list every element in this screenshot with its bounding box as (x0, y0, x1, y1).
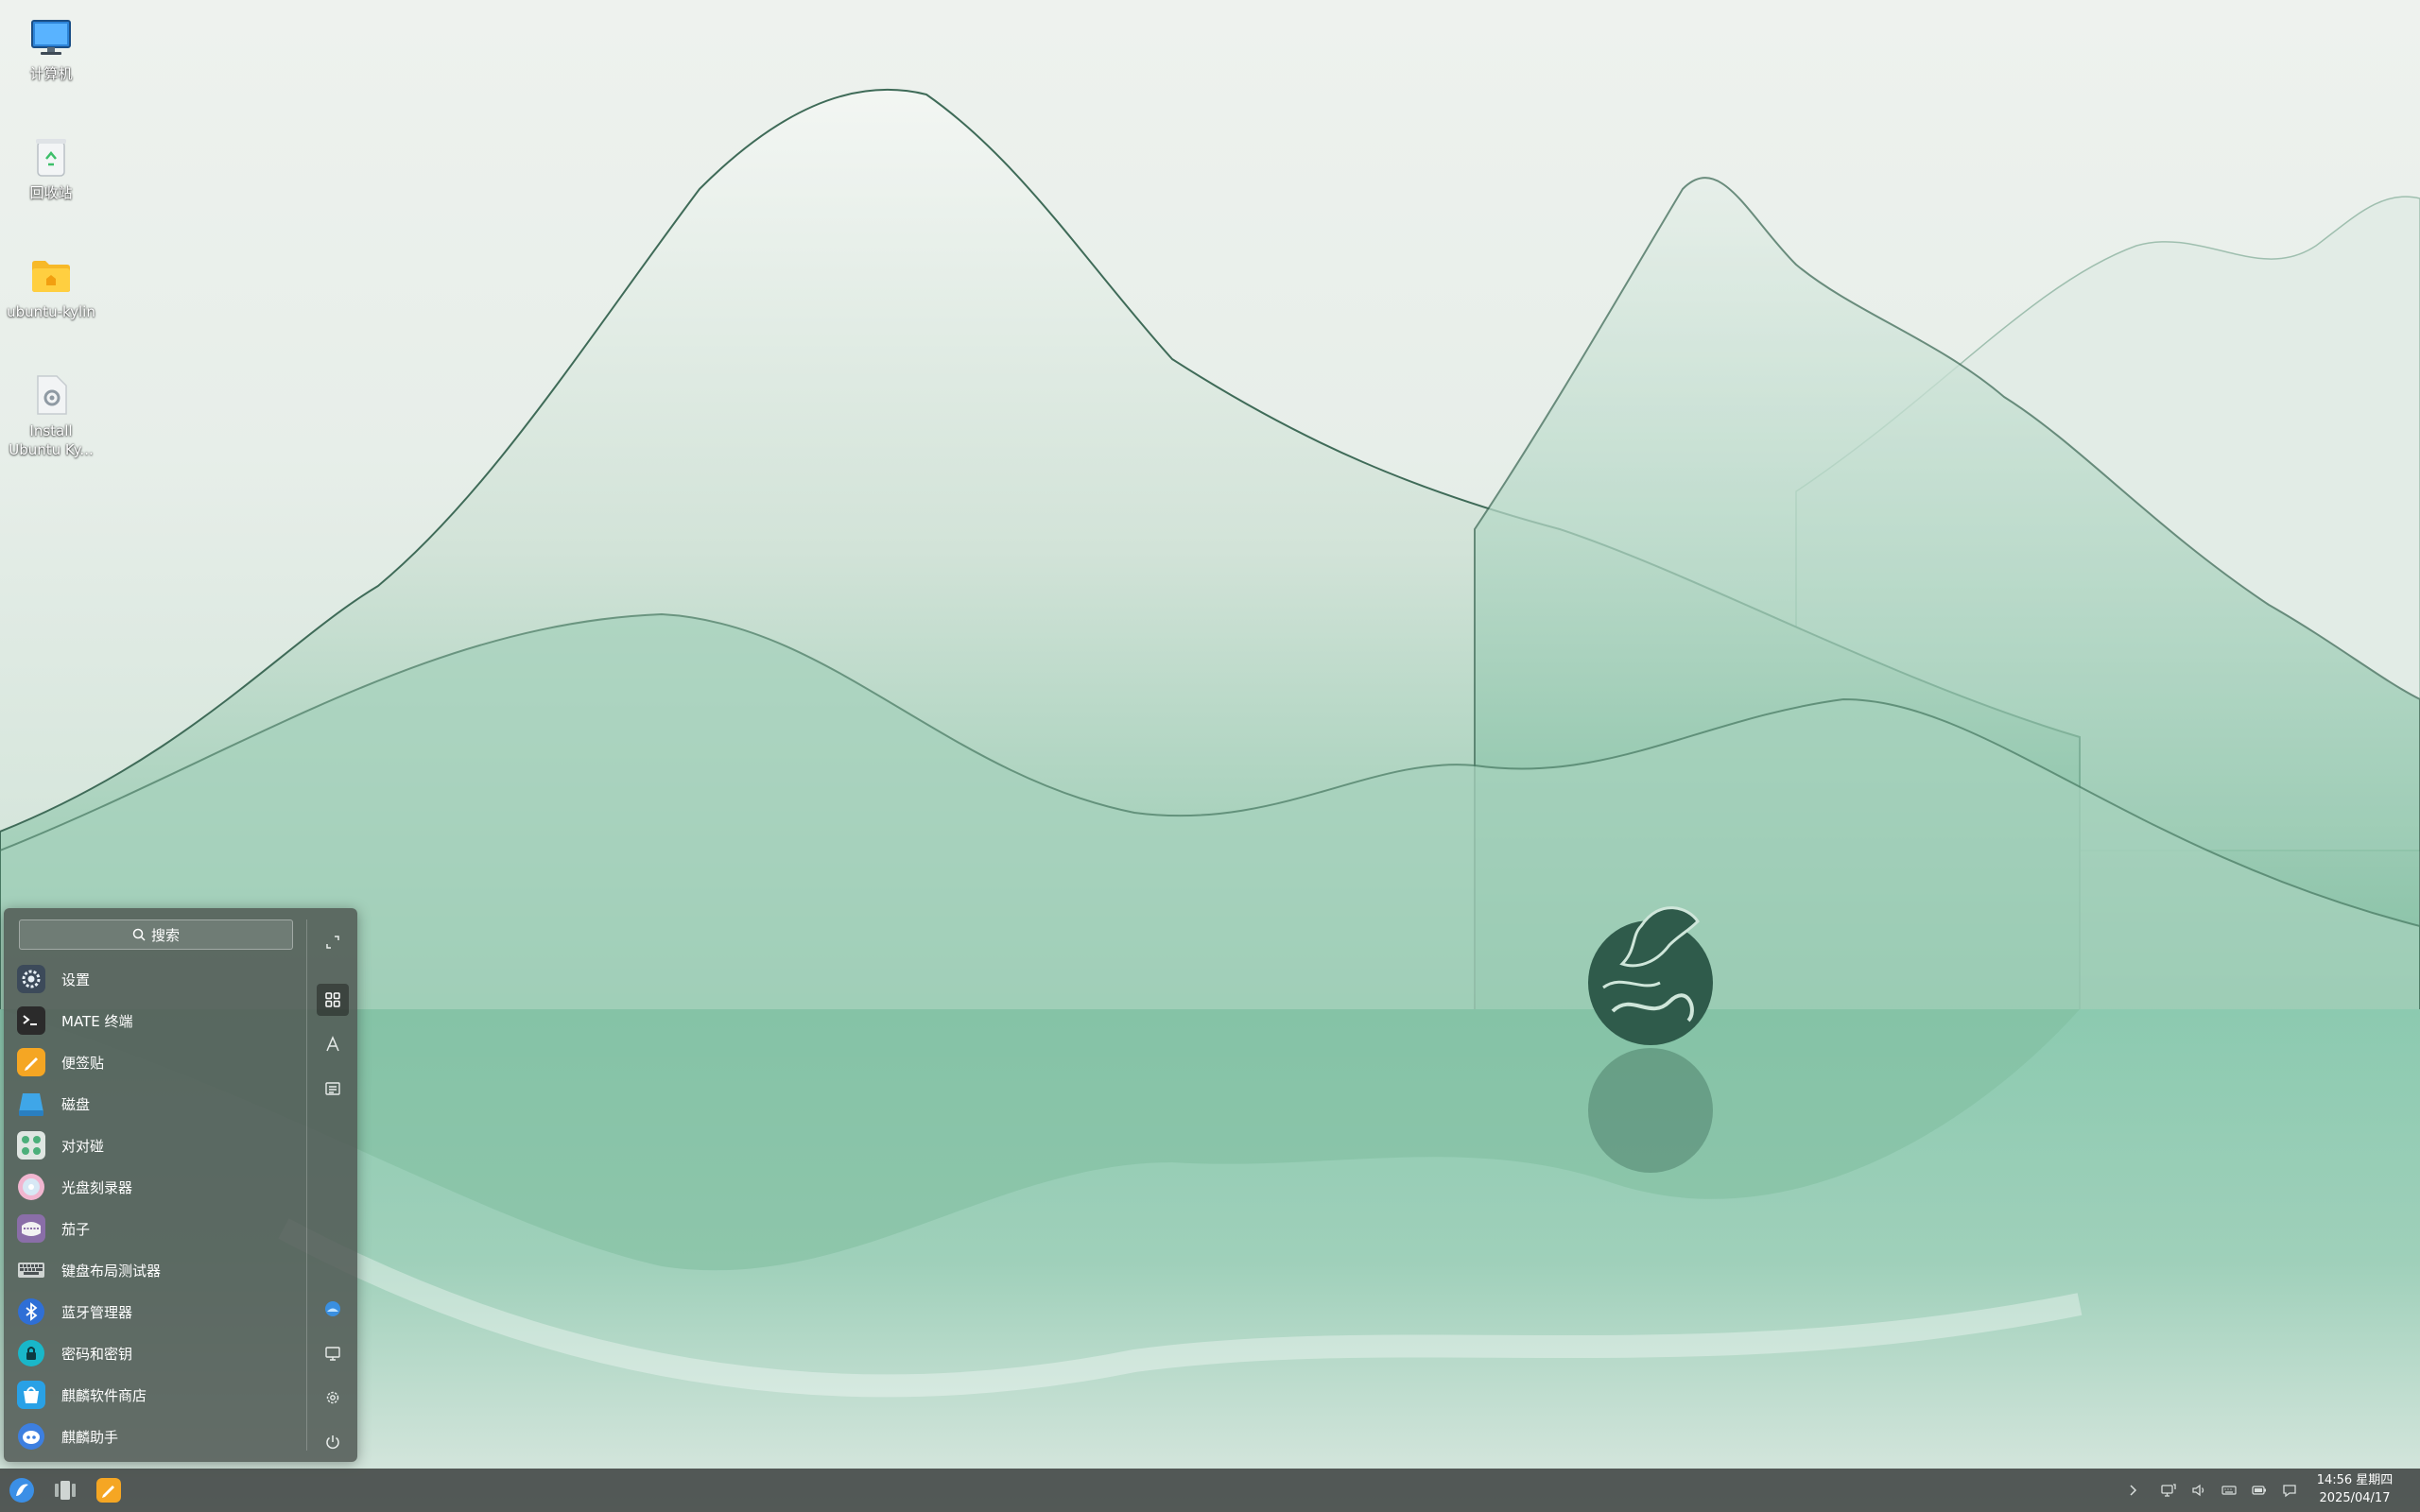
app-item-settings[interactable]: 设置 (4, 958, 306, 1000)
category-icon (325, 1082, 340, 1095)
app-item-match-game[interactable]: 对对碰 (4, 1125, 306, 1166)
start-menu-sidebar (307, 908, 357, 1462)
app-item-sticky-notes[interactable]: 便签贴 (4, 1041, 306, 1083)
taskbar-clock[interactable]: 14:56 星期四 2025/04/17 (2312, 1471, 2397, 1507)
clock-date: 2025/04/17 (2319, 1491, 2391, 1505)
tray-expand-icon[interactable] (2121, 1479, 2144, 1502)
power-button[interactable] (317, 1426, 349, 1458)
app-label: 麒麟助手 (61, 1428, 119, 1446)
desktop-icon-label: 计算机 (29, 65, 73, 82)
taskbar: 14:56 星期四 2025/04/17 (0, 1469, 2420, 1512)
disk-icon (17, 1090, 45, 1118)
assistant-icon (17, 1422, 45, 1451)
app-label: 便签贴 (61, 1054, 105, 1072)
cheese-icon (17, 1214, 45, 1243)
notification-icon[interactable] (2278, 1479, 2301, 1502)
computer-icon (325, 1347, 340, 1361)
app-label: 麒麟软件商店 (61, 1386, 147, 1404)
app-label: 密码和密钥 (61, 1345, 133, 1363)
keyboard-icon (17, 1256, 45, 1284)
kylin-start-icon (9, 1478, 34, 1503)
desktop-icon-home-folder[interactable]: ubuntu-kylin (6, 253, 96, 321)
network-icon[interactable] (2157, 1479, 2180, 1502)
computer-button[interactable] (317, 1337, 349, 1369)
installer-icon (28, 372, 74, 418)
app-item-bluetooth[interactable]: 蓝牙管理器 (4, 1291, 306, 1332)
app-item-kylin-assistant[interactable]: 麒麟助手 (4, 1416, 306, 1457)
user-avatar-icon (325, 1301, 340, 1316)
multitask-view-button[interactable] (49, 1474, 81, 1506)
app-item-keyboard-tester[interactable]: 键盘布局测试器 (4, 1249, 306, 1291)
all-apps-button[interactable] (317, 984, 349, 1016)
app-label: 键盘布局测试器 (61, 1262, 162, 1280)
battery-icon[interactable] (2248, 1479, 2271, 1502)
power-icon (326, 1435, 339, 1450)
app-label: 光盘刻录器 (61, 1178, 133, 1196)
app-item-cheese[interactable]: 茄子 (4, 1208, 306, 1249)
start-menu: 搜索 设置 MATE 终端 便签贴 磁盘 对对碰 光盘刻录器 茄子 键盘布局测试… (4, 908, 357, 1462)
all-apps-icon (325, 992, 340, 1007)
keyboard-input-icon[interactable] (2218, 1479, 2240, 1502)
desktop-icon-installer[interactable]: Install Ubuntu Ky... (6, 372, 96, 459)
expand-icon (326, 936, 339, 949)
alphabet-icon (326, 1036, 339, 1052)
app-label: 对对碰 (61, 1137, 105, 1155)
user-avatar-button[interactable] (317, 1293, 349, 1325)
software-store-icon (17, 1381, 45, 1409)
trash-icon (28, 134, 74, 180)
app-item-passwords-keys[interactable]: 密码和密钥 (4, 1332, 306, 1374)
expand-button[interactable] (317, 926, 349, 958)
search-input[interactable]: 搜索 (19, 919, 293, 950)
desktop-icon-computer[interactable]: 计算机 (6, 15, 96, 83)
sticky-notes-icon (17, 1048, 45, 1076)
desktop-icon-label: Install Ubuntu Ky... (9, 422, 94, 458)
app-label: 磁盘 (61, 1095, 91, 1113)
app-item-software-store[interactable]: 麒麟软件商店 (4, 1374, 306, 1416)
search-icon (132, 928, 146, 941)
multitask-view-icon (55, 1481, 76, 1500)
app-label: 茄子 (61, 1220, 91, 1238)
app-label: MATE 终端 (61, 1012, 133, 1030)
game-icon (17, 1131, 45, 1160)
desktop: 计算机 回收站 ubuntu-kylin Install Ubuntu Ky..… (0, 0, 2420, 1512)
desktop-icon-label: ubuntu-kylin (7, 303, 95, 320)
settings-icon (326, 1391, 339, 1404)
app-item-disc-burner[interactable]: 光盘刻录器 (4, 1166, 306, 1208)
desktop-icon-trash[interactable]: 回收站 (6, 134, 96, 202)
computer-icon (28, 15, 74, 60)
start-menu-button[interactable] (6, 1474, 38, 1506)
bluetooth-icon (17, 1297, 45, 1326)
folder-icon (28, 253, 74, 299)
app-list: 设置 MATE 终端 便签贴 磁盘 对对碰 光盘刻录器 茄子 键盘布局测试器 蓝… (4, 958, 306, 1457)
start-menu-app-panel: 搜索 设置 MATE 终端 便签贴 磁盘 对对碰 光盘刻录器 茄子 键盘布局测试… (4, 908, 306, 1462)
app-item-disk[interactable]: 磁盘 (4, 1083, 306, 1125)
key-icon (17, 1339, 45, 1367)
settings-button[interactable] (317, 1382, 349, 1414)
desktop-icon-label: 回收站 (29, 184, 73, 201)
sticky-notes-icon (96, 1478, 121, 1503)
app-label: 设置 (61, 971, 91, 988)
app-label: 蓝牙管理器 (61, 1303, 133, 1321)
disc-burner-icon (17, 1173, 45, 1201)
taskbar-app-sticky-notes[interactable] (93, 1474, 125, 1506)
clock-time: 14:56 星期四 (2316, 1473, 2394, 1487)
terminal-icon (17, 1006, 45, 1035)
search-placeholder: 搜索 (150, 926, 180, 944)
app-item-terminal[interactable]: MATE 终端 (4, 1000, 306, 1041)
volume-icon[interactable] (2187, 1479, 2210, 1502)
category-sort-button[interactable] (317, 1073, 349, 1105)
system-tray (2114, 1479, 2301, 1502)
alphabet-sort-button[interactable] (317, 1028, 349, 1060)
settings-icon (17, 965, 45, 993)
wallpaper (0, 88, 2420, 1512)
